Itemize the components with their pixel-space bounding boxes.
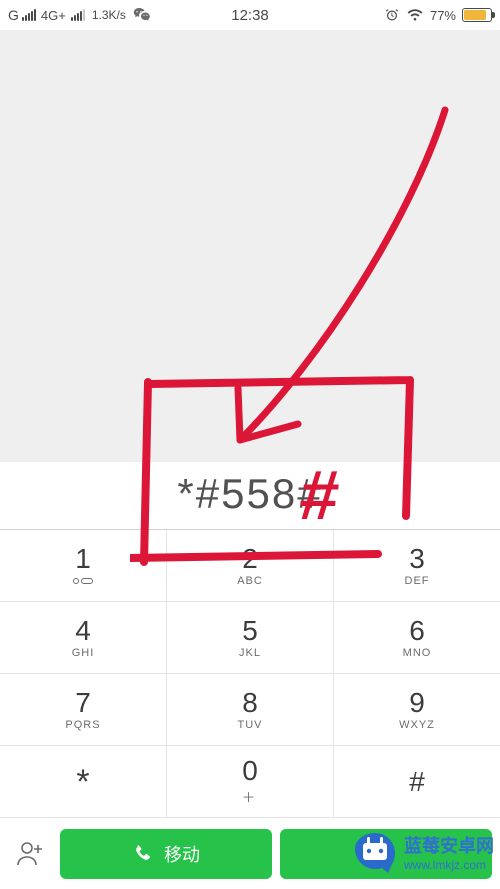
- key-digit: *: [76, 765, 89, 799]
- watermark-logo-icon: [352, 831, 398, 877]
- key-4[interactable]: 4 GHI: [0, 602, 167, 673]
- key-digit: 5: [242, 617, 258, 645]
- net-speed: 1.3K/s: [92, 8, 126, 22]
- key-digit: 1: [75, 545, 91, 573]
- key-digit: 9: [409, 689, 425, 717]
- wechat-icon: [133, 7, 151, 23]
- add-contact-icon: [13, 839, 47, 869]
- key-star[interactable]: *: [0, 746, 167, 817]
- status-time: 12:38: [231, 7, 269, 24]
- battery-pct: 77%: [430, 8, 456, 23]
- key-3[interactable]: 3 DEF: [334, 530, 500, 601]
- key-1[interactable]: 1: [0, 530, 167, 601]
- key-0[interactable]: 0＋: [167, 746, 334, 817]
- alarm-icon: [384, 7, 400, 23]
- key-6[interactable]: 6 MNO: [334, 602, 500, 673]
- key-digit: 8: [242, 689, 258, 717]
- wifi-icon: [406, 8, 424, 22]
- key-digit: 0: [242, 757, 258, 785]
- call-label: 移动: [164, 841, 200, 867]
- key-letters: GHI: [72, 647, 95, 659]
- key-letters: ABC: [237, 575, 263, 587]
- key-letters: DEF: [405, 575, 430, 587]
- key-digit: 2: [242, 545, 258, 573]
- dialed-number: *#558#: [0, 462, 500, 530]
- key-digit: #: [409, 768, 425, 796]
- dialed-number-text: *#558#: [177, 470, 322, 518]
- call-sim1-button[interactable]: 移动: [60, 829, 272, 879]
- battery-icon: [462, 8, 492, 22]
- add-contact-button[interactable]: [8, 829, 52, 879]
- signal-1-icon: [22, 9, 36, 21]
- key-2[interactable]: 2 ABC: [167, 530, 334, 601]
- key-digit: 7: [75, 689, 91, 717]
- key-digit: 3: [409, 545, 425, 573]
- key-8[interactable]: 8 TUV: [167, 674, 334, 745]
- key-digit: 6: [409, 617, 425, 645]
- status-bar: G 4G+ 1.3K/s 12:38 77%: [0, 0, 500, 30]
- status-left: G 4G+ 1.3K/s: [8, 7, 151, 23]
- network-indicator: 4G+: [41, 8, 66, 23]
- key-letters: WXYZ: [399, 719, 435, 731]
- contacts-area: [0, 30, 500, 462]
- voicemail-icon: [73, 575, 93, 587]
- watermark-title: 蓝莓安卓网: [404, 836, 494, 858]
- carrier-letter: G: [8, 7, 19, 23]
- key-9[interactable]: 9 WXYZ: [334, 674, 500, 745]
- key-letters: MNO: [403, 647, 432, 659]
- watermark: 蓝莓安卓网 www.lmkjz.com: [352, 831, 494, 877]
- key-letters: JKL: [239, 647, 261, 659]
- key-digit: 4: [75, 617, 91, 645]
- watermark-url: www.lmkjz.com: [404, 858, 494, 872]
- key-5[interactable]: 5 JKL: [167, 602, 334, 673]
- key-letters: TUV: [238, 719, 263, 731]
- key-hash[interactable]: #: [334, 746, 500, 817]
- key-letters: PQRS: [65, 719, 100, 731]
- key-letters: ＋: [242, 787, 258, 806]
- phone-icon: [132, 843, 154, 865]
- signal-2-icon: [71, 9, 85, 21]
- key-7[interactable]: 7 PQRS: [0, 674, 167, 745]
- keypad: 1 2 ABC 3 DEF 4 GHI 5 JKL 6 MNO 7 PQRS 8 TUV 9 W…: [0, 530, 500, 818]
- status-right: 77%: [384, 7, 492, 23]
